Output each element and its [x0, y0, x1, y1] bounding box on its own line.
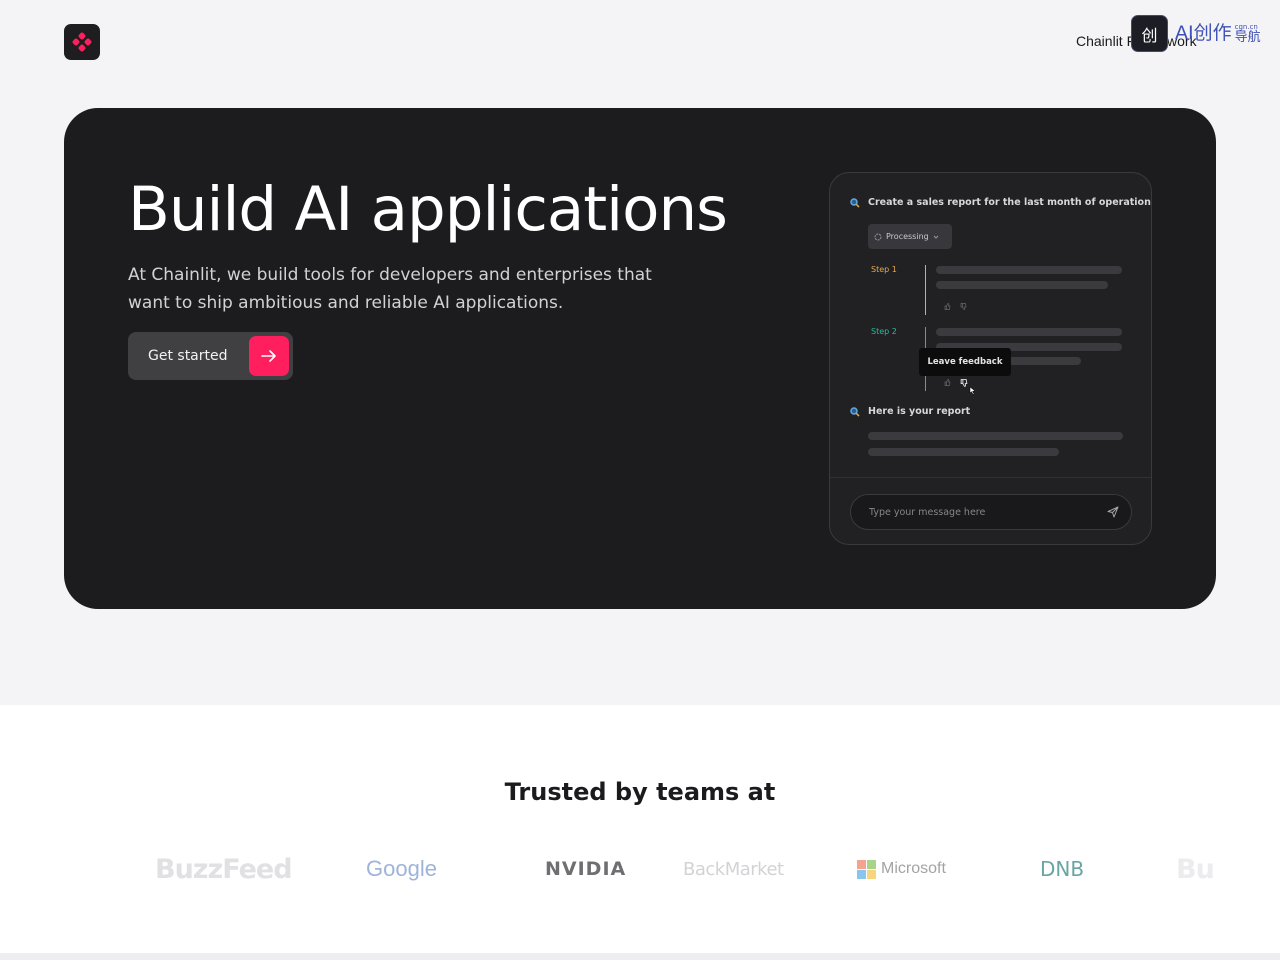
feedback-tooltip: Leave feedback [919, 348, 1011, 376]
tooltip-text: Leave feedback [927, 357, 1003, 367]
logo-buzzfeed-repeat-text: Bu [1176, 853, 1215, 885]
arrow-right-icon [249, 336, 289, 376]
logo-buzzfeed-repeat: Bu [1176, 851, 1226, 887]
processing-toggle[interactable]: Processing [868, 224, 952, 249]
skeleton-line [936, 266, 1122, 274]
logo-buzzfeed-text: BuzzFeed [155, 853, 293, 885]
microsoft-logo-icon [857, 859, 876, 879]
logo-nvidia: NVIDIA [545, 851, 626, 887]
get-started-label: Get started [148, 348, 228, 364]
get-started-button[interactable]: Get started [128, 332, 293, 380]
logo-google-text: Google [366, 856, 437, 881]
trusted-by-section: Trusted by teams at BuzzFeed Google NVID… [0, 705, 1280, 953]
logo-backmarket: BackMarket [683, 851, 784, 887]
hero-description: At Chainlit, we build tools for develope… [128, 265, 652, 313]
chat-preview: Create a sales report for the last month… [829, 172, 1152, 545]
logo-nvidia-text: NVIDIA [545, 858, 627, 880]
step-1-label: Step 1 [871, 265, 897, 274]
assistant-message: Here is your report [850, 406, 970, 417]
cursor-icon [969, 386, 976, 395]
processing-label: Processing [886, 232, 929, 241]
hero-title: Build AI applications [128, 174, 728, 245]
chevron-down-icon [933, 235, 939, 239]
watermark-nav-text: 导航 [1234, 29, 1261, 45]
thumbs-down-icon[interactable] [960, 379, 968, 387]
user-message: Create a sales report for the last month… [850, 197, 1152, 208]
thumbs-up-icon[interactable] [944, 303, 951, 310]
spinner-icon [874, 233, 882, 240]
watermark-badge-text: 创 [1141, 25, 1158, 45]
skeleton-line [868, 448, 1059, 456]
logo-backmarket-text: BackMarket [683, 858, 784, 880]
skeleton-line [936, 281, 1108, 289]
message-input-placeholder: Type your message here [869, 506, 986, 518]
watermark: 创 AI创作 cgn.cn 导航 [1131, 15, 1261, 52]
watermark-sub: cgn.cn 导航 [1234, 23, 1261, 45]
hero-section: Build AI applications At Chainlit, we bu… [64, 108, 1216, 609]
message-input[interactable]: Type your message here [850, 494, 1132, 530]
skeleton-line [936, 328, 1122, 336]
report-label: Here is your report [868, 406, 971, 417]
chainlit-logo[interactable] [64, 24, 100, 60]
trusted-title: Trusted by teams at [504, 778, 776, 806]
watermark-badge: 创 [1131, 15, 1168, 52]
search-icon [850, 406, 860, 417]
thumbs-up-icon[interactable] [944, 379, 951, 386]
logo-dnb-text: DNB [1040, 857, 1085, 881]
step-2-label: Step 2 [871, 327, 897, 336]
step-1-line [925, 265, 926, 315]
send-icon[interactable] [1107, 506, 1119, 518]
bottom-band [0, 953, 1280, 960]
logo-dnb: DNB [1040, 851, 1084, 887]
skeleton-line [868, 432, 1123, 440]
logo-google: Google [366, 851, 437, 887]
logo-buzzfeed: BuzzFeed [155, 851, 293, 887]
thumbs-down-icon[interactable] [960, 303, 967, 310]
divider [830, 477, 1151, 478]
user-message-text: Create a sales report for the last month… [868, 197, 1152, 208]
logo-microsoft: Microsoft [857, 851, 946, 887]
watermark-main-text: AI创作 [1175, 22, 1232, 44]
search-icon [850, 197, 860, 208]
logo-microsoft-text: Microsoft [881, 860, 946, 877]
chainlit-logo-icon [72, 32, 92, 52]
